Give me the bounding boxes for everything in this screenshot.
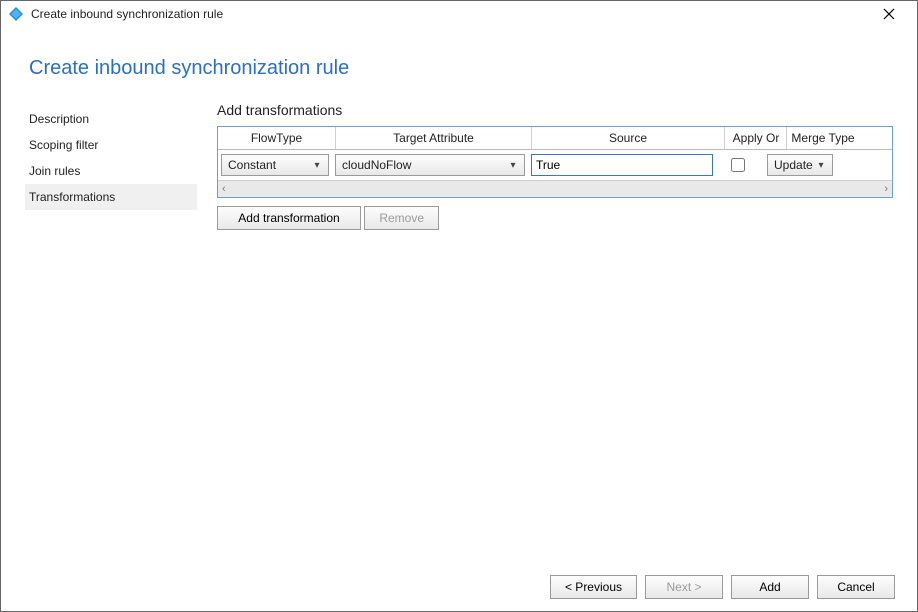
grid-header: FlowType Target Attribute Source Apply O… — [218, 127, 892, 150]
col-applyonce: Apply Or — [725, 127, 787, 149]
horizontal-scrollbar[interactable]: ‹ › — [218, 180, 892, 197]
scroll-left-icon: ‹ — [222, 183, 226, 195]
add-button[interactable]: Add — [731, 575, 809, 599]
chevron-down-icon: ▾ — [814, 160, 828, 171]
window: Create inbound synchronization rule Crea… — [0, 0, 918, 612]
chevron-down-icon: ▾ — [506, 160, 520, 171]
main-panel: Add transformations FlowType Target Attr… — [217, 102, 893, 230]
target-value: cloudNoFlow — [342, 158, 411, 172]
wizard-sidebar: Description Scoping filter Join rules Tr… — [25, 102, 197, 230]
apply-once-checkbox[interactable] — [731, 158, 745, 172]
app-icon — [9, 7, 23, 21]
content: Create inbound synchronization rule Desc… — [1, 27, 917, 571]
sidebar-item-transformations[interactable]: Transformations — [25, 184, 197, 210]
source-input[interactable] — [531, 154, 713, 176]
flowtype-combo[interactable]: Constant ▾ — [221, 154, 329, 176]
col-merge: Merge Type — [787, 127, 859, 149]
section-heading: Add transformations — [217, 102, 893, 118]
add-transformation-button[interactable]: Add transformation — [217, 206, 361, 230]
sidebar-item-scoping-filter[interactable]: Scoping filter — [25, 132, 197, 158]
col-flowtype: FlowType — [218, 127, 336, 149]
transformations-grid: FlowType Target Attribute Source Apply O… — [217, 126, 893, 198]
close-button[interactable] — [869, 1, 909, 27]
grid-actions: Add transformation Remove — [217, 206, 893, 230]
titlebar: Create inbound synchronization rule — [1, 1, 917, 27]
col-target: Target Attribute — [336, 127, 532, 149]
remove-button[interactable]: Remove — [364, 206, 439, 230]
scroll-right-icon: › — [884, 183, 888, 195]
wizard-footer: < Previous Next > Add Cancel — [1, 571, 917, 611]
page-heading: Create inbound synchronization rule — [29, 57, 893, 80]
merge-value: Update — [774, 158, 813, 172]
next-button[interactable]: Next > — [645, 575, 723, 599]
chevron-down-icon: ▾ — [310, 160, 324, 171]
previous-button[interactable]: < Previous — [550, 575, 637, 599]
sidebar-item-join-rules[interactable]: Join rules — [25, 158, 197, 184]
window-title: Create inbound synchronization rule — [31, 7, 223, 21]
flowtype-value: Constant — [228, 158, 276, 172]
col-source: Source — [532, 127, 725, 149]
sidebar-item-description[interactable]: Description — [25, 106, 197, 132]
cancel-button[interactable]: Cancel — [817, 575, 895, 599]
target-attribute-combo[interactable]: cloudNoFlow ▾ — [335, 154, 525, 176]
grid-row: Constant ▾ cloudNoFlow ▾ Update ▾ — [218, 150, 892, 180]
merge-type-combo[interactable]: Update ▾ — [767, 154, 833, 176]
